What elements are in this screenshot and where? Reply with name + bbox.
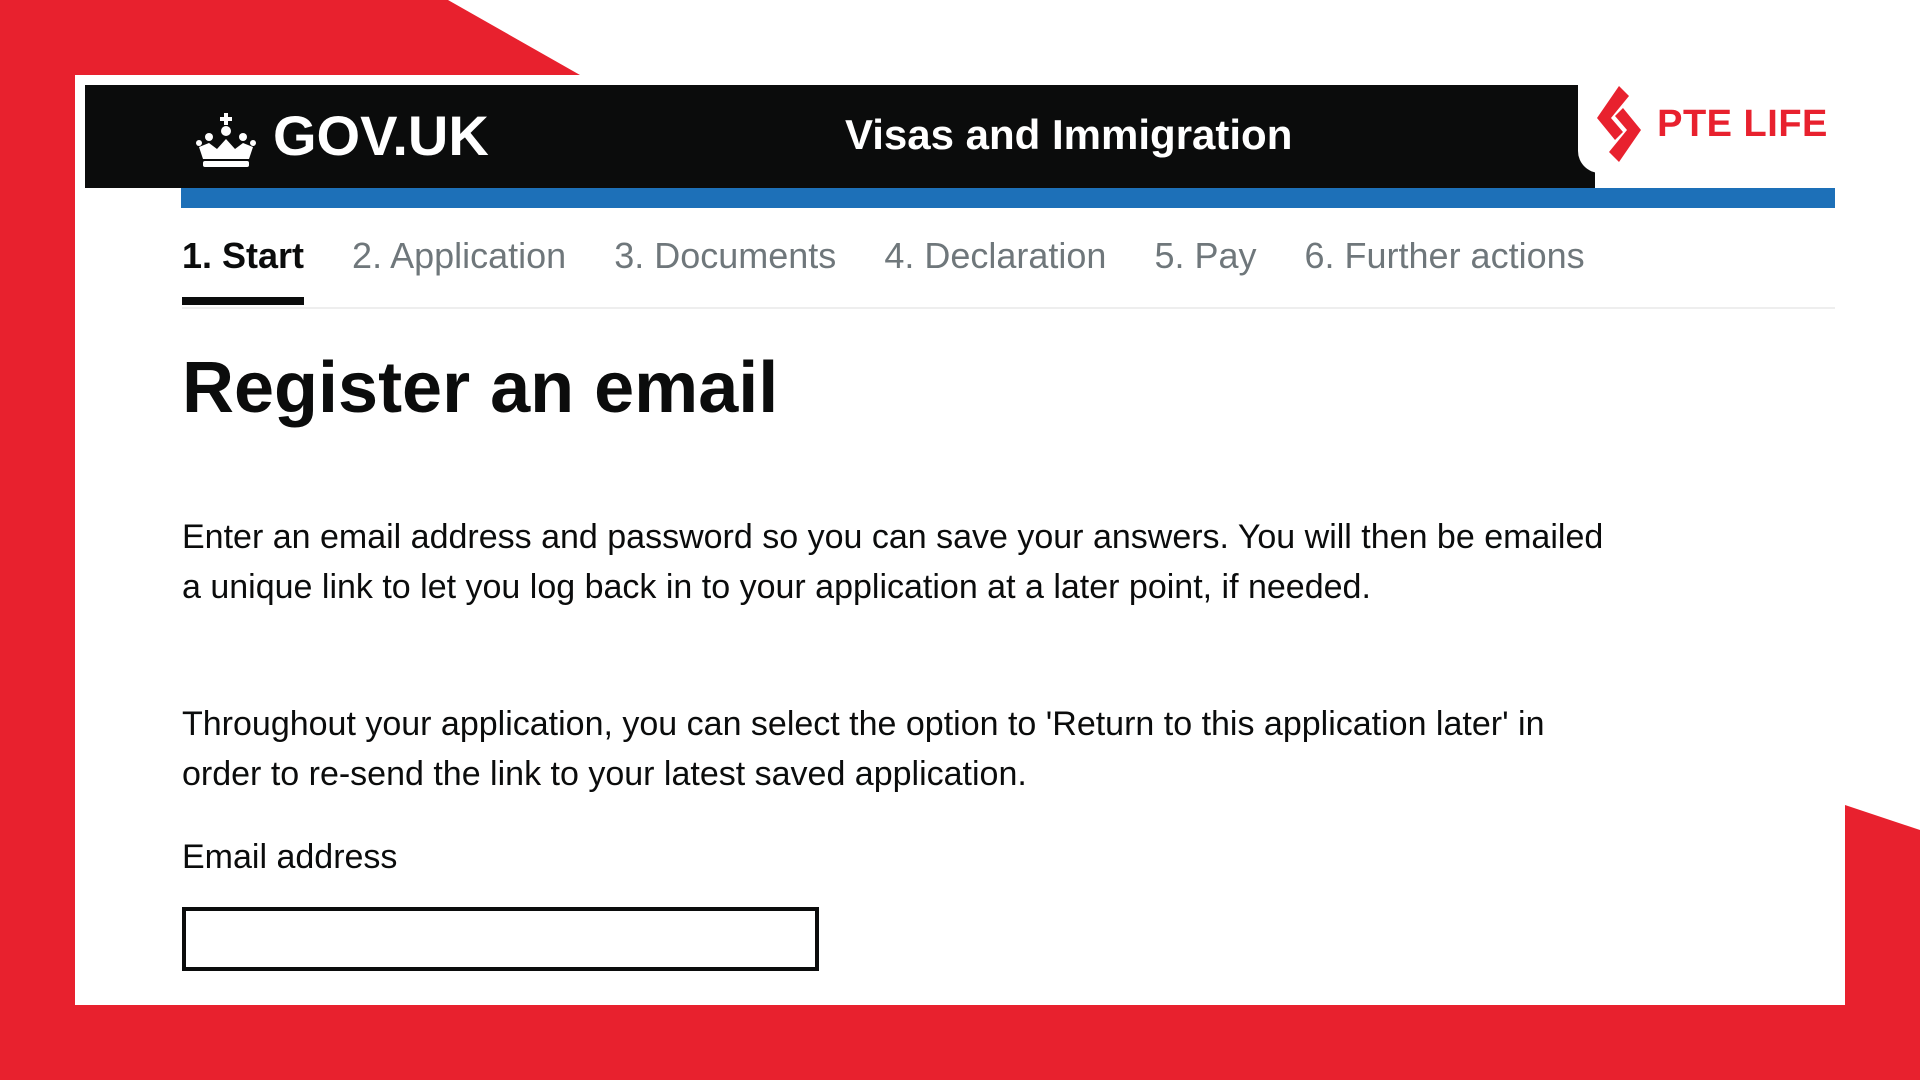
step-navigation: 1. Start 2. Application 3. Documents 4. … xyxy=(182,235,1835,309)
email-field[interactable] xyxy=(182,907,819,971)
govuk-header: GOV.UK Visas and Immigration xyxy=(85,85,1595,188)
crown-icon xyxy=(196,113,256,167)
step-further-actions[interactable]: 6. Further actions xyxy=(1305,235,1585,305)
brand-name: PTE LIFE xyxy=(1657,102,1828,145)
service-name[interactable]: Visas and Immigration xyxy=(845,111,1292,159)
brand-badge: PTE LIFE xyxy=(1578,75,1845,173)
pte-life-logo-icon xyxy=(1597,86,1642,162)
step-declaration[interactable]: 4. Declaration xyxy=(884,235,1106,305)
page-card: GOV.UK Visas and Immigration PTE LIFE 1.… xyxy=(75,75,1845,1005)
page-title: Register an email xyxy=(182,348,779,428)
header-blue-bar xyxy=(181,188,1835,208)
email-label: Email address xyxy=(182,838,398,876)
return-info-paragraph: Throughout your application, you can sel… xyxy=(182,705,1545,793)
step-documents[interactable]: 3. Documents xyxy=(614,235,836,305)
govuk-logo-text[interactable]: GOV.UK xyxy=(273,103,489,168)
step-pay[interactable]: 5. Pay xyxy=(1154,235,1256,305)
intro-paragraph: Enter an email address and password so y… xyxy=(182,518,1604,606)
step-application[interactable]: 2. Application xyxy=(352,235,566,305)
step-start[interactable]: 1. Start xyxy=(182,235,305,305)
